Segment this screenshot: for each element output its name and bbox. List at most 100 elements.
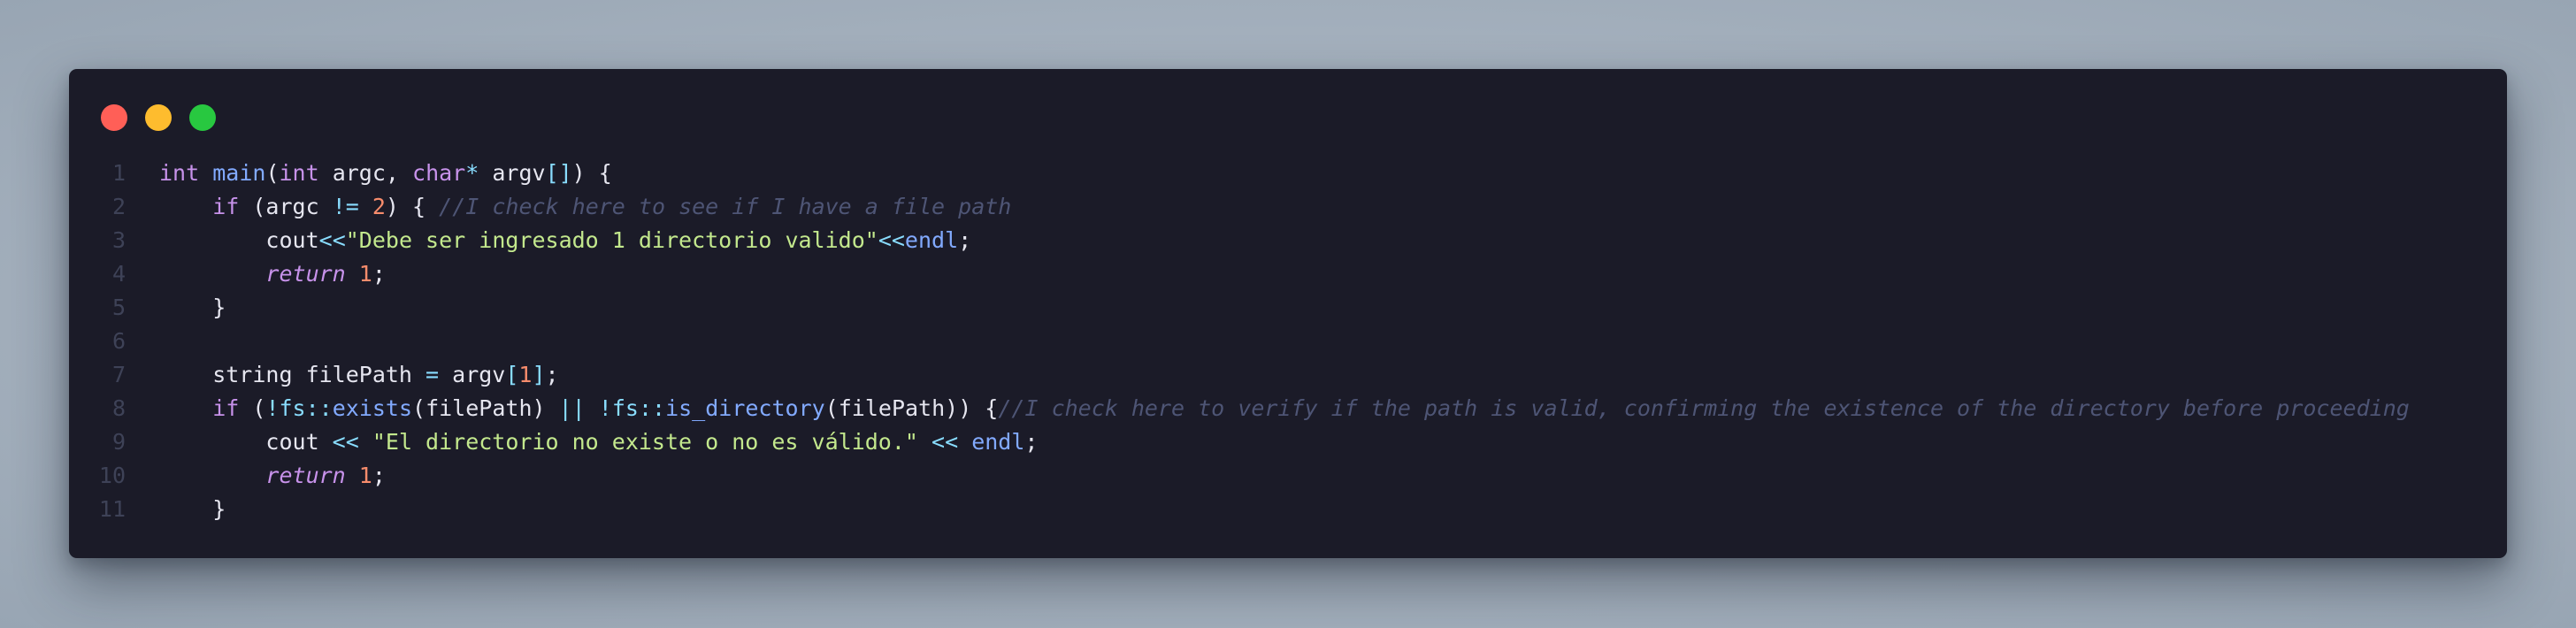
line-number: 3 [111, 227, 126, 253]
line-number: 6 [111, 328, 126, 354]
code-token: ; [372, 463, 386, 488]
code-line: 6 [69, 325, 2507, 358]
code-token: } [159, 295, 226, 320]
code-line: 2 if (argc != 2) { //I check here to see… [69, 190, 2507, 224]
line-source: cout << "El directorio no existe o no es… [126, 425, 2507, 459]
line-number: 4 [111, 261, 126, 287]
line-number: 5 [111, 295, 126, 320]
code-token: ( [239, 395, 266, 421]
code-token: "Debe ser ingresado 1 directorio valido" [345, 227, 878, 253]
code-window: 1 int main(int argc, char* argv[]) {2 if … [69, 69, 2507, 558]
code-token: << [332, 429, 359, 455]
code-token: //I check here to verify if the path is … [998, 395, 2410, 421]
code-token: main [212, 160, 266, 186]
line-number: 11 [98, 496, 126, 522]
code-line: 3 cout<<"Debe ser ingresado 1 directorio… [69, 224, 2507, 257]
maximize-window-button[interactable] [189, 104, 216, 131]
code-token: ; [1024, 429, 1039, 455]
code-token: ( [265, 160, 280, 186]
close-window-button[interactable] [101, 104, 127, 131]
line-source: } [126, 291, 2507, 325]
code-token: ! [598, 395, 612, 421]
code-token: ; [372, 261, 386, 287]
code-token: 1 [518, 362, 533, 387]
code-token: ! [265, 395, 280, 421]
line-source: } [126, 493, 2507, 526]
line-source: return 1; [126, 459, 2507, 493]
window-titlebar [101, 104, 216, 131]
code-token: 1 [358, 463, 372, 488]
code-token: is_directory [665, 395, 825, 421]
line-source: if (argc != 2) { //I check here to see i… [126, 190, 2507, 224]
code-token: argv [439, 362, 506, 387]
minimize-window-button[interactable] [145, 104, 172, 131]
code-token: ) { [571, 160, 612, 186]
code-token: argv [479, 160, 546, 186]
code-token: :: [305, 395, 333, 421]
code-token: return [265, 463, 346, 488]
code-token: } [159, 496, 226, 522]
line-source: return 1; [126, 257, 2507, 291]
line-number: 1 [111, 160, 126, 186]
code-token: endl [904, 227, 959, 253]
code-token: argc, [318, 160, 413, 186]
code-token: "El directorio no existe o no es válido.… [372, 429, 918, 455]
line-source: string filePath = argv[1]; [126, 358, 2507, 392]
line-number: 10 [98, 463, 126, 488]
code-token: //I check here to see if I have a file p… [439, 194, 1012, 219]
code-token: [ [505, 362, 519, 387]
code-token: endl [971, 429, 1025, 455]
code-token: = [426, 362, 440, 387]
code-token: 1 [358, 261, 372, 287]
code-token: || [558, 395, 586, 421]
code-token: if [212, 194, 240, 219]
code-token: int [159, 160, 200, 186]
code-line: 5 } [69, 291, 2507, 325]
code-line: 9 cout << "El directorio no existe o no … [69, 425, 2507, 459]
code-line: 8 if (!fs::exists(filePath) || !fs::is_d… [69, 392, 2507, 425]
code-token: exists [332, 395, 413, 421]
code-line: 1 int main(int argc, char* argv[]) { [69, 157, 2507, 190]
code-token: << [932, 429, 959, 455]
code-token: return [265, 261, 346, 287]
line-number: 9 [111, 429, 126, 455]
line-source: int main(int argc, char* argv[]) { [126, 157, 2507, 190]
code-token: :: [638, 395, 666, 421]
code-token: if [212, 395, 240, 421]
code-token: string filePath [159, 362, 426, 387]
code-token: [] [545, 160, 572, 186]
line-number: 2 [111, 194, 126, 219]
code-token: ; [545, 362, 559, 387]
code-token: char [412, 160, 466, 186]
code-token: << [318, 227, 346, 253]
code-line: 7 string filePath = argv[1]; [69, 358, 2507, 392]
code-token: (filePath)) { [824, 395, 999, 421]
line-number: 7 [111, 362, 126, 387]
code-line: 10 return 1; [69, 459, 2507, 493]
line-source [126, 325, 2507, 358]
code-token: != [332, 194, 359, 219]
code-token: cout [265, 227, 319, 253]
code-editor[interactable]: 1 int main(int argc, char* argv[]) {2 if … [69, 157, 2507, 526]
line-number: 8 [111, 395, 126, 421]
code-token: (argc [239, 194, 333, 219]
code-line: 11 } [69, 493, 2507, 526]
code-token: ] [532, 362, 546, 387]
code-token: ; [958, 227, 972, 253]
code-token: * [465, 160, 479, 186]
code-token: fs [611, 395, 639, 421]
code-token: 2 [372, 194, 386, 219]
code-token: << [878, 227, 905, 253]
code-token: (filePath) [412, 395, 559, 421]
